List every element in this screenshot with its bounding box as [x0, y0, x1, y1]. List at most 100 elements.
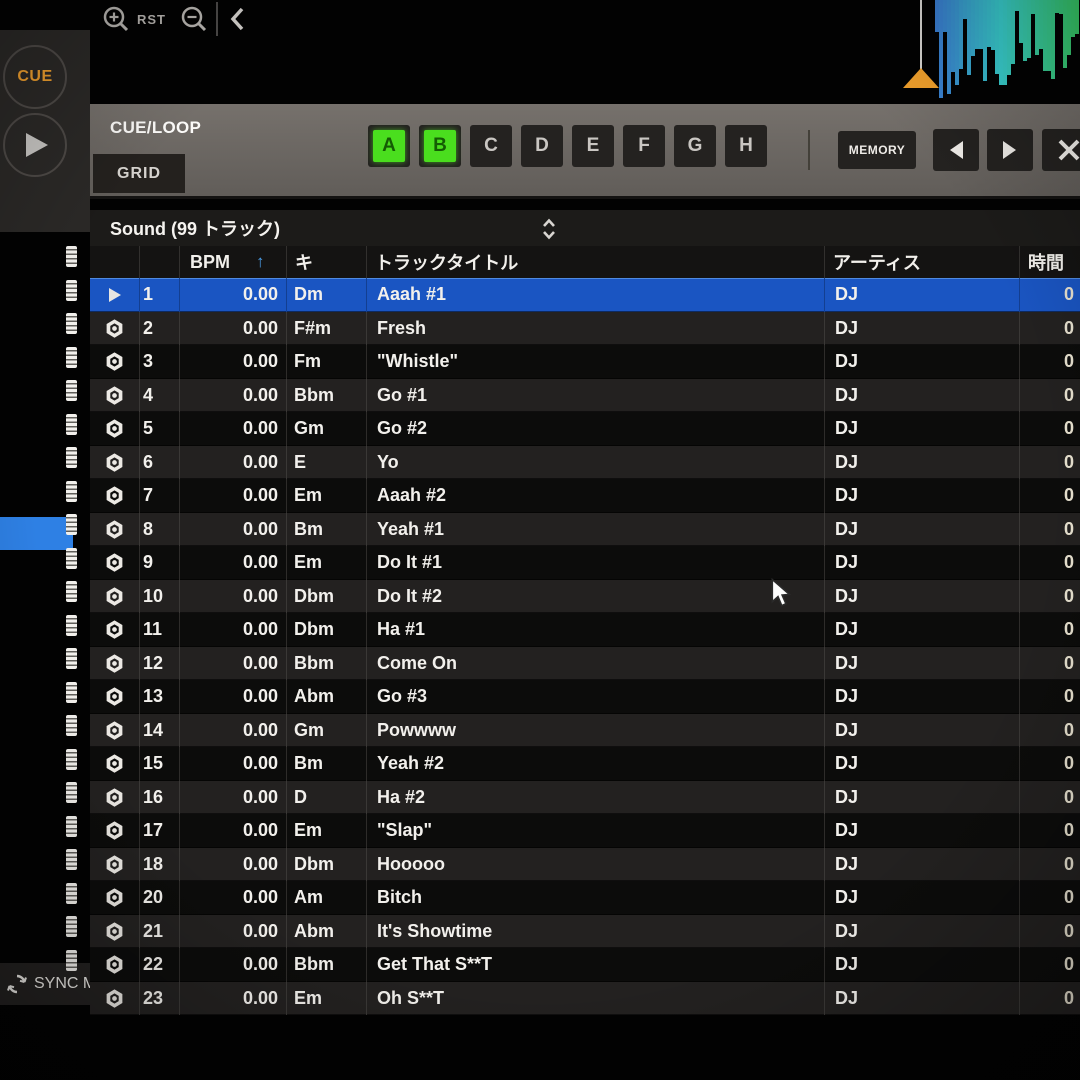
track-number: 20 [140, 881, 180, 915]
close-button[interactable] [1042, 129, 1080, 171]
hot-cue-bank-f[interactable]: F [623, 125, 665, 167]
row-marker [66, 313, 77, 334]
track-icon-cell [90, 546, 140, 580]
tab-grid[interactable]: GRID [93, 154, 185, 193]
table-row[interactable]: 4 0.00 Bbm Go #1 DJ 0 [90, 379, 1080, 413]
waveform-display[interactable] [935, 0, 1080, 105]
table-row[interactable]: 5 0.00 Gm Go #2 DJ 0 [90, 412, 1080, 446]
row-marker [66, 347, 77, 368]
table-row[interactable]: 18 0.00 Dbm Hooooo DJ 0 [90, 848, 1080, 882]
track-icon-cell [90, 479, 140, 513]
track-key: Bbm [287, 647, 367, 681]
play-icon [24, 131, 50, 159]
track-time: 0 [1020, 379, 1080, 413]
zoom-in-icon[interactable] [100, 4, 134, 38]
track-bpm: 0.00 [180, 513, 287, 547]
table-row[interactable]: 3 0.00 Fm "Whistle" DJ 0 [90, 345, 1080, 379]
grid-tab-label: GRID [117, 165, 161, 183]
track-icon-cell [90, 781, 140, 815]
cue-loop-panel: CUE/LOOP GRID ABCDEFGH MEMORY [90, 104, 1080, 199]
table-row[interactable]: 21 0.00 Abm It's Showtime DJ 0 [90, 915, 1080, 949]
track-title: Yo [367, 446, 825, 480]
zoom-out-icon[interactable] [178, 4, 212, 38]
table-row[interactable]: 10 0.00 Dbm Do It #2 DJ 0 [90, 580, 1080, 614]
zoom-reset-button[interactable]: RST [137, 12, 166, 27]
row-marker [66, 749, 77, 770]
track-time: 0 [1020, 814, 1080, 848]
table-row[interactable]: 6 0.00 E Yo DJ 0 [90, 446, 1080, 480]
play-button[interactable] [3, 113, 67, 177]
table-column-header: BPM ↑ キ トラックタイトル アーティス 時間 [90, 246, 1080, 278]
hot-cue-bank-a[interactable]: A [368, 125, 410, 167]
rekordbox-icon [104, 753, 125, 774]
track-title: Oh S**T [367, 982, 825, 1016]
track-bpm: 0.00 [180, 747, 287, 781]
column-bpm[interactable]: BPM ↑ [180, 246, 287, 278]
track-time: 0 [1020, 479, 1080, 513]
row-marker [66, 648, 77, 669]
hot-cue-bank-b[interactable]: B [419, 125, 461, 167]
table-row[interactable]: 15 0.00 Bm Yeah #2 DJ 0 [90, 747, 1080, 781]
rekordbox-icon [104, 720, 125, 741]
next-cue-button[interactable] [987, 129, 1033, 171]
hot-cue-bank-c[interactable]: C [470, 125, 512, 167]
table-row[interactable]: 1 0.00 Dm Aaah #1 DJ 0 [90, 278, 1080, 312]
track-time: 0 [1020, 613, 1080, 647]
track-icon-cell [90, 680, 140, 714]
table-row[interactable]: 12 0.00 Bbm Come On DJ 0 [90, 647, 1080, 681]
rekordbox-icon [104, 418, 125, 439]
track-artist: DJ [825, 915, 1020, 949]
table-row[interactable]: 9 0.00 Em Do It #1 DJ 0 [90, 546, 1080, 580]
chevron-left-icon[interactable] [228, 6, 248, 32]
track-key: Em [287, 982, 367, 1016]
playlist-header: Sound (99 トラック) [90, 210, 1080, 246]
track-table: 1 0.00 Dm Aaah #1 DJ 0 2 0.00 F#m Fresh … [90, 278, 1080, 1015]
hot-cue-bank-h[interactable]: H [725, 125, 767, 167]
hot-cue-bank-d[interactable]: D [521, 125, 563, 167]
table-row[interactable]: 20 0.00 Am Bitch DJ 0 [90, 881, 1080, 915]
table-row[interactable]: 22 0.00 Bbm Get That S**T DJ 0 [90, 948, 1080, 982]
previous-cue-button[interactable] [933, 129, 979, 171]
table-row[interactable]: 23 0.00 Em Oh S**T DJ 0 [90, 982, 1080, 1016]
track-key: Fm [287, 345, 367, 379]
track-bpm: 0.00 [180, 312, 287, 346]
column-artist[interactable]: アーティス [825, 246, 1020, 278]
hot-cue-bank-e[interactable]: E [572, 125, 614, 167]
track-title: Powwww [367, 714, 825, 748]
track-number: 15 [140, 747, 180, 781]
sidebar-selected-item[interactable] [0, 517, 73, 550]
table-row[interactable]: 7 0.00 Em Aaah #2 DJ 0 [90, 479, 1080, 513]
rekordbox-icon [104, 552, 125, 573]
cue-button[interactable]: CUE [3, 45, 67, 109]
table-row[interactable]: 8 0.00 Bm Yeah #1 DJ 0 [90, 513, 1080, 547]
track-key: Em [287, 479, 367, 513]
row-marker [66, 782, 77, 803]
hot-cue-banks: ABCDEFGH [368, 125, 767, 167]
memory-button-label: MEMORY [849, 143, 906, 157]
table-row[interactable]: 2 0.00 F#m Fresh DJ 0 [90, 312, 1080, 346]
table-row[interactable]: 14 0.00 Gm Powwww DJ 0 [90, 714, 1080, 748]
row-marker [66, 280, 77, 301]
column-time[interactable]: 時間 [1020, 246, 1080, 278]
hot-cue-bank-g[interactable]: G [674, 125, 716, 167]
track-number: 14 [140, 714, 180, 748]
table-row[interactable]: 16 0.00 D Ha #2 DJ 0 [90, 781, 1080, 815]
track-number: 17 [140, 814, 180, 848]
rekordbox-icon [104, 954, 125, 975]
close-icon [1057, 138, 1080, 162]
row-marker [66, 380, 77, 401]
table-row[interactable]: 11 0.00 Dbm Ha #1 DJ 0 [90, 613, 1080, 647]
track-time: 0 [1020, 278, 1080, 312]
track-icon-cell [90, 278, 140, 312]
sort-toggle-icon[interactable] [540, 217, 558, 241]
track-artist: DJ [825, 546, 1020, 580]
row-marker [66, 682, 77, 703]
track-title: Ha #2 [367, 781, 825, 815]
table-row[interactable]: 13 0.00 Abm Go #3 DJ 0 [90, 680, 1080, 714]
rekordbox-icon [104, 820, 125, 841]
memory-button[interactable]: MEMORY [838, 131, 916, 169]
table-row[interactable]: 17 0.00 Em "Slap" DJ 0 [90, 814, 1080, 848]
column-key[interactable]: キ [287, 246, 367, 278]
playing-icon [108, 287, 122, 303]
column-title[interactable]: トラックタイトル [367, 246, 825, 278]
